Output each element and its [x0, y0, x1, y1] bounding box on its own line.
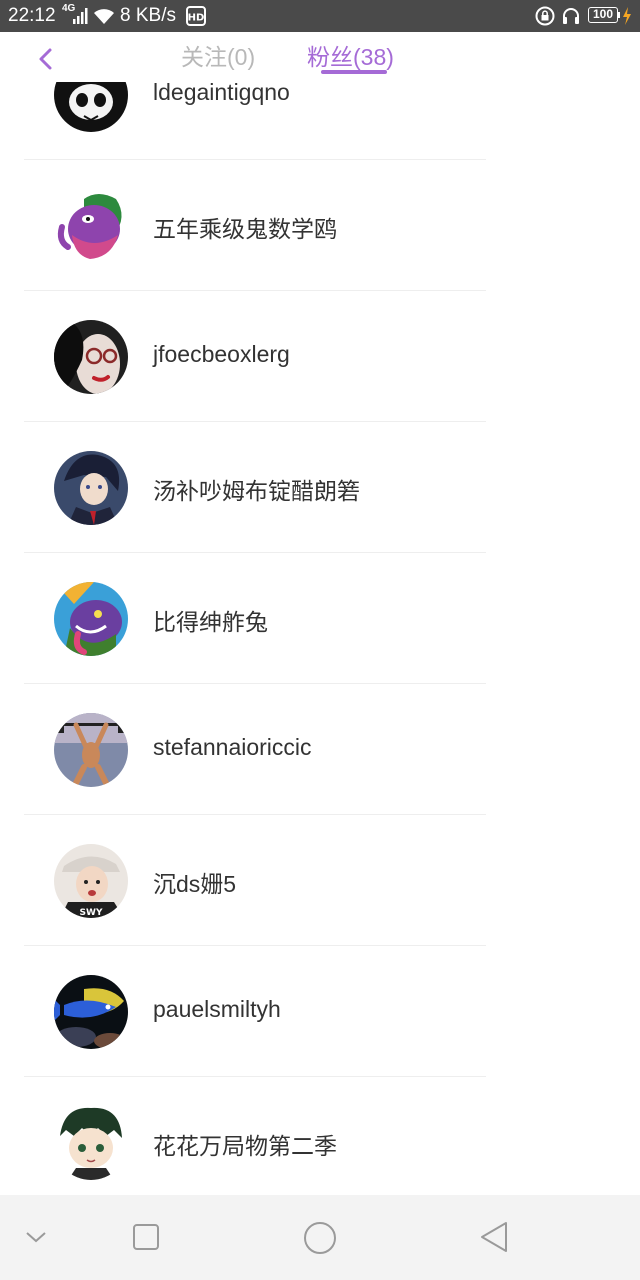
battery-tip — [618, 12, 620, 18]
fan-username[interactable]: 五年乘级鬼数学鸥 — [153, 210, 337, 244]
list-item[interactable]: stefannaioriccic — [0, 684, 640, 815]
cartoon-beast-avatar[interactable] — [54, 582, 128, 656]
tab-following[interactable]: 关注(0) — [181, 38, 255, 72]
list-item[interactable]: SWY 沉ds姗5 — [0, 815, 640, 946]
chibi-character-avatar[interactable] — [54, 1106, 128, 1180]
list-item[interactable]: 花花万局物第二季 — [0, 1077, 640, 1195]
cap-girl-avatar[interactable]: SWY — [54, 844, 128, 918]
glasses-girl-avatar[interactable] — [54, 320, 128, 394]
network-speed: 8 KB/s — [120, 5, 176, 26]
list-item[interactable]: ldegaintigqno — [0, 82, 640, 160]
tab-fans[interactable]: 粉丝(38) — [307, 38, 394, 72]
svg-text:HD: HD — [188, 13, 205, 24]
list-item[interactable]: 比得绅舴兔 — [0, 553, 640, 684]
fans-list[interactable]: ldegaintigqno 五年乘级鬼数学鸥 jfoecbeoxlerg 汤补吵… — [0, 82, 640, 1195]
fan-username[interactable]: pauelsmiltyh — [153, 996, 281, 1023]
battery-level: 100 — [588, 7, 618, 23]
list-item[interactable]: 五年乘级鬼数学鸥 — [0, 160, 640, 291]
fan-username[interactable]: 比得绅舴兔 — [153, 603, 268, 637]
system-nav-bar — [0, 1195, 640, 1280]
fan-username[interactable]: stefannaioriccic — [153, 734, 312, 761]
rotation-lock-icon — [535, 6, 555, 26]
status-time: 22:12 — [8, 5, 56, 26]
list-item[interactable]: jfoecbeoxlerg — [0, 291, 640, 422]
anime-boy-avatar[interactable] — [54, 451, 128, 525]
purple-monster-avatar[interactable] — [54, 189, 128, 263]
home-icon[interactable] — [303, 1221, 337, 1255]
fan-username[interactable]: 沉ds姗5 — [153, 865, 236, 899]
fan-username[interactable]: ldegaintigqno — [153, 82, 290, 106]
fan-username[interactable]: 花花万局物第二季 — [153, 1127, 337, 1161]
headphones-icon — [563, 8, 579, 24]
active-tab-indicator — [321, 70, 387, 74]
list-item[interactable]: pauelsmiltyh — [0, 946, 640, 1077]
list-item[interactable]: 汤补吵姆布锭醋朗箬 — [0, 422, 640, 553]
svg-text:SWY: SWY — [80, 908, 103, 918]
status-bar: 22:12 4G 8 KB/s HD 100 — [0, 0, 640, 32]
recent-apps-icon[interactable] — [132, 1223, 160, 1251]
weightlifter-avatar[interactable] — [54, 713, 128, 787]
back-arrow-icon[interactable] — [34, 46, 58, 72]
signal-icon — [73, 8, 88, 24]
hd-icon: HD — [186, 6, 206, 26]
back-triangle-icon[interactable] — [479, 1221, 509, 1253]
tropical-fish-avatar[interactable] — [54, 975, 128, 1049]
panda-avatar[interactable] — [54, 82, 128, 132]
fan-username[interactable]: jfoecbeoxlerg — [153, 341, 290, 368]
fan-username[interactable]: 汤补吵姆布锭醋朗箬 — [153, 472, 360, 506]
charging-icon — [623, 7, 631, 25]
wifi-icon — [94, 9, 114, 24]
collapse-chevron-icon[interactable] — [24, 1227, 48, 1247]
